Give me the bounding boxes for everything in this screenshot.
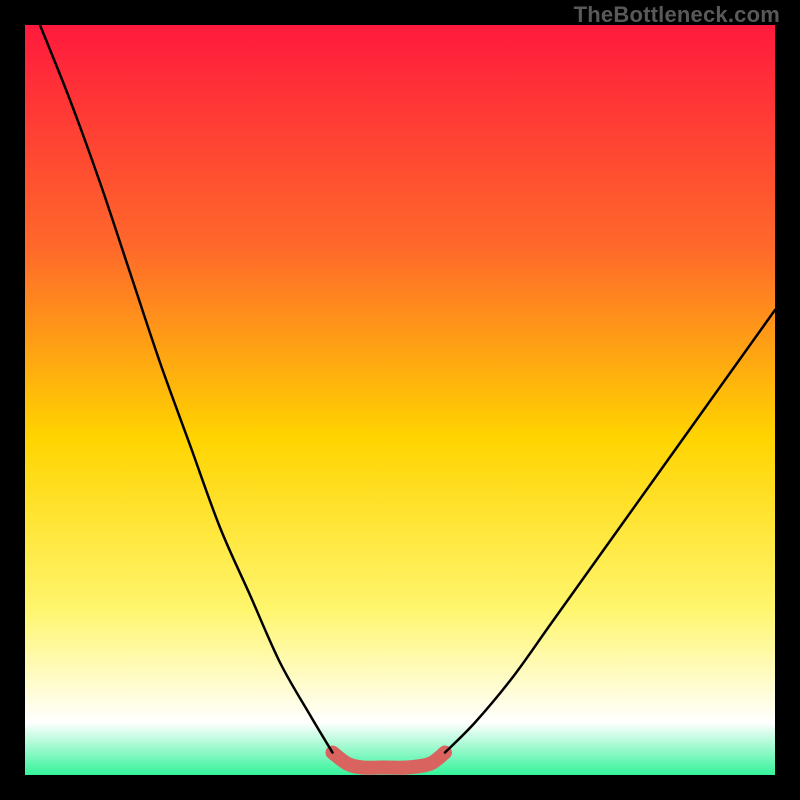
chart-frame: TheBottleneck.com [0,0,800,800]
plot-svg [25,25,775,775]
watermark-text: TheBottleneck.com [574,2,780,28]
plot-area [25,25,775,775]
gradient-background [25,25,775,775]
